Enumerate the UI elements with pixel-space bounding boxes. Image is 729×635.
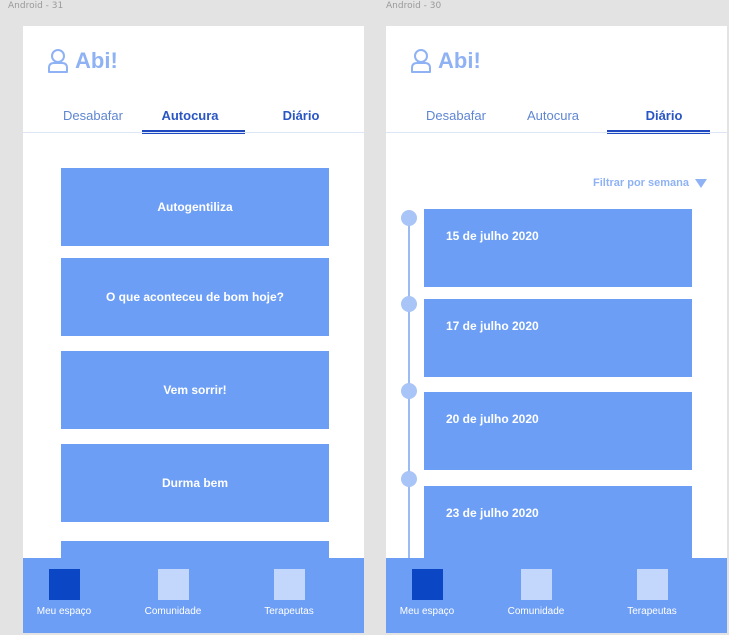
filter-label: Filtrar por semana xyxy=(593,177,689,189)
app-title: Abi! xyxy=(438,48,481,73)
tab-bar: Desabafar Autocura Diário xyxy=(23,104,364,134)
timeline-dot xyxy=(401,210,417,226)
diary-date: 23 de julho 2020 xyxy=(446,506,539,520)
tab-diario[interactable]: Diário xyxy=(261,106,341,130)
nav-comunidade[interactable]: Comunidade xyxy=(123,569,223,629)
meu-espaco-icon xyxy=(411,569,443,600)
nav-label: Meu espaço xyxy=(399,606,455,617)
diario-screen: Abi! Desabafar Autocura Diário Filtrar p… xyxy=(386,26,727,633)
nav-label: Terapeutas xyxy=(627,606,677,617)
tab-autocura[interactable]: Autocura xyxy=(508,106,598,130)
diary-entry[interactable]: 23 de julho 2020 xyxy=(424,486,692,564)
timeline-dot xyxy=(401,471,417,487)
comunidade-icon xyxy=(157,569,189,600)
terapeutas-icon xyxy=(273,569,305,600)
tabs-divider xyxy=(386,132,727,133)
nav-label: Comunidade xyxy=(144,606,202,617)
tab-bar: Desabafar Autocura Diário xyxy=(386,104,727,134)
tab-desabafar[interactable]: Desabafar xyxy=(53,106,133,130)
terapeutas-icon xyxy=(636,569,668,600)
diary-date: 20 de julho 2020 xyxy=(446,412,539,426)
autocura-screen: Abi! Desabafar Autocura Diário Autogenti… xyxy=(23,26,364,633)
nav-meu-espaco[interactable]: Meu espaço xyxy=(386,569,477,629)
bottom-nav: Meu espaço Comunidade Terapeutas xyxy=(386,558,727,633)
diary-entry[interactable]: 17 de julho 2020 xyxy=(424,299,692,377)
user-outline-icon xyxy=(48,49,68,73)
nav-terapeutas[interactable]: Terapeutas xyxy=(239,569,339,629)
timeline-dot xyxy=(401,296,417,312)
artboard-label-left: Android - 31 xyxy=(8,1,64,11)
app-header: Abi! xyxy=(410,48,481,74)
tab-desabafar[interactable]: Desabafar xyxy=(416,106,496,130)
diary-entry[interactable]: 20 de julho 2020 xyxy=(424,392,692,470)
nav-label: Comunidade xyxy=(507,606,565,617)
nav-meu-espaco[interactable]: Meu espaço xyxy=(23,569,114,629)
app-header: Abi! xyxy=(47,48,118,74)
comunidade-icon xyxy=(520,569,552,600)
caret-down-icon xyxy=(695,178,707,188)
card-vem-sorrir[interactable]: Vem sorrir! xyxy=(61,351,329,429)
bottom-nav: Meu espaço Comunidade Terapeutas xyxy=(23,558,364,633)
diary-date: 17 de julho 2020 xyxy=(446,319,539,333)
app-title: Abi! xyxy=(75,48,118,73)
user-outline-icon xyxy=(411,49,431,73)
nav-label: Terapeutas xyxy=(264,606,314,617)
nav-label: Meu espaço xyxy=(36,606,92,617)
diary-entry[interactable]: 15 de julho 2020 xyxy=(424,209,692,287)
filter-by-week[interactable]: Filtrar por semana xyxy=(593,177,707,189)
tab-diario[interactable]: Diário xyxy=(622,106,706,130)
diary-date: 15 de julho 2020 xyxy=(446,229,539,243)
meu-espaco-icon xyxy=(48,569,80,600)
card-durma-bem[interactable]: Durma bem xyxy=(61,444,329,522)
artboard-label-right: Android - 30 xyxy=(386,1,442,11)
nav-terapeutas[interactable]: Terapeutas xyxy=(602,569,702,629)
timeline-dot xyxy=(401,383,417,399)
card-autogentiliza[interactable]: Autogentiliza xyxy=(61,168,329,246)
card-bom-hoje[interactable]: O que aconteceu de bom hoje? xyxy=(61,258,329,336)
tab-autocura[interactable]: Autocura xyxy=(145,106,235,130)
nav-comunidade[interactable]: Comunidade xyxy=(486,569,586,629)
tabs-divider xyxy=(23,132,364,133)
